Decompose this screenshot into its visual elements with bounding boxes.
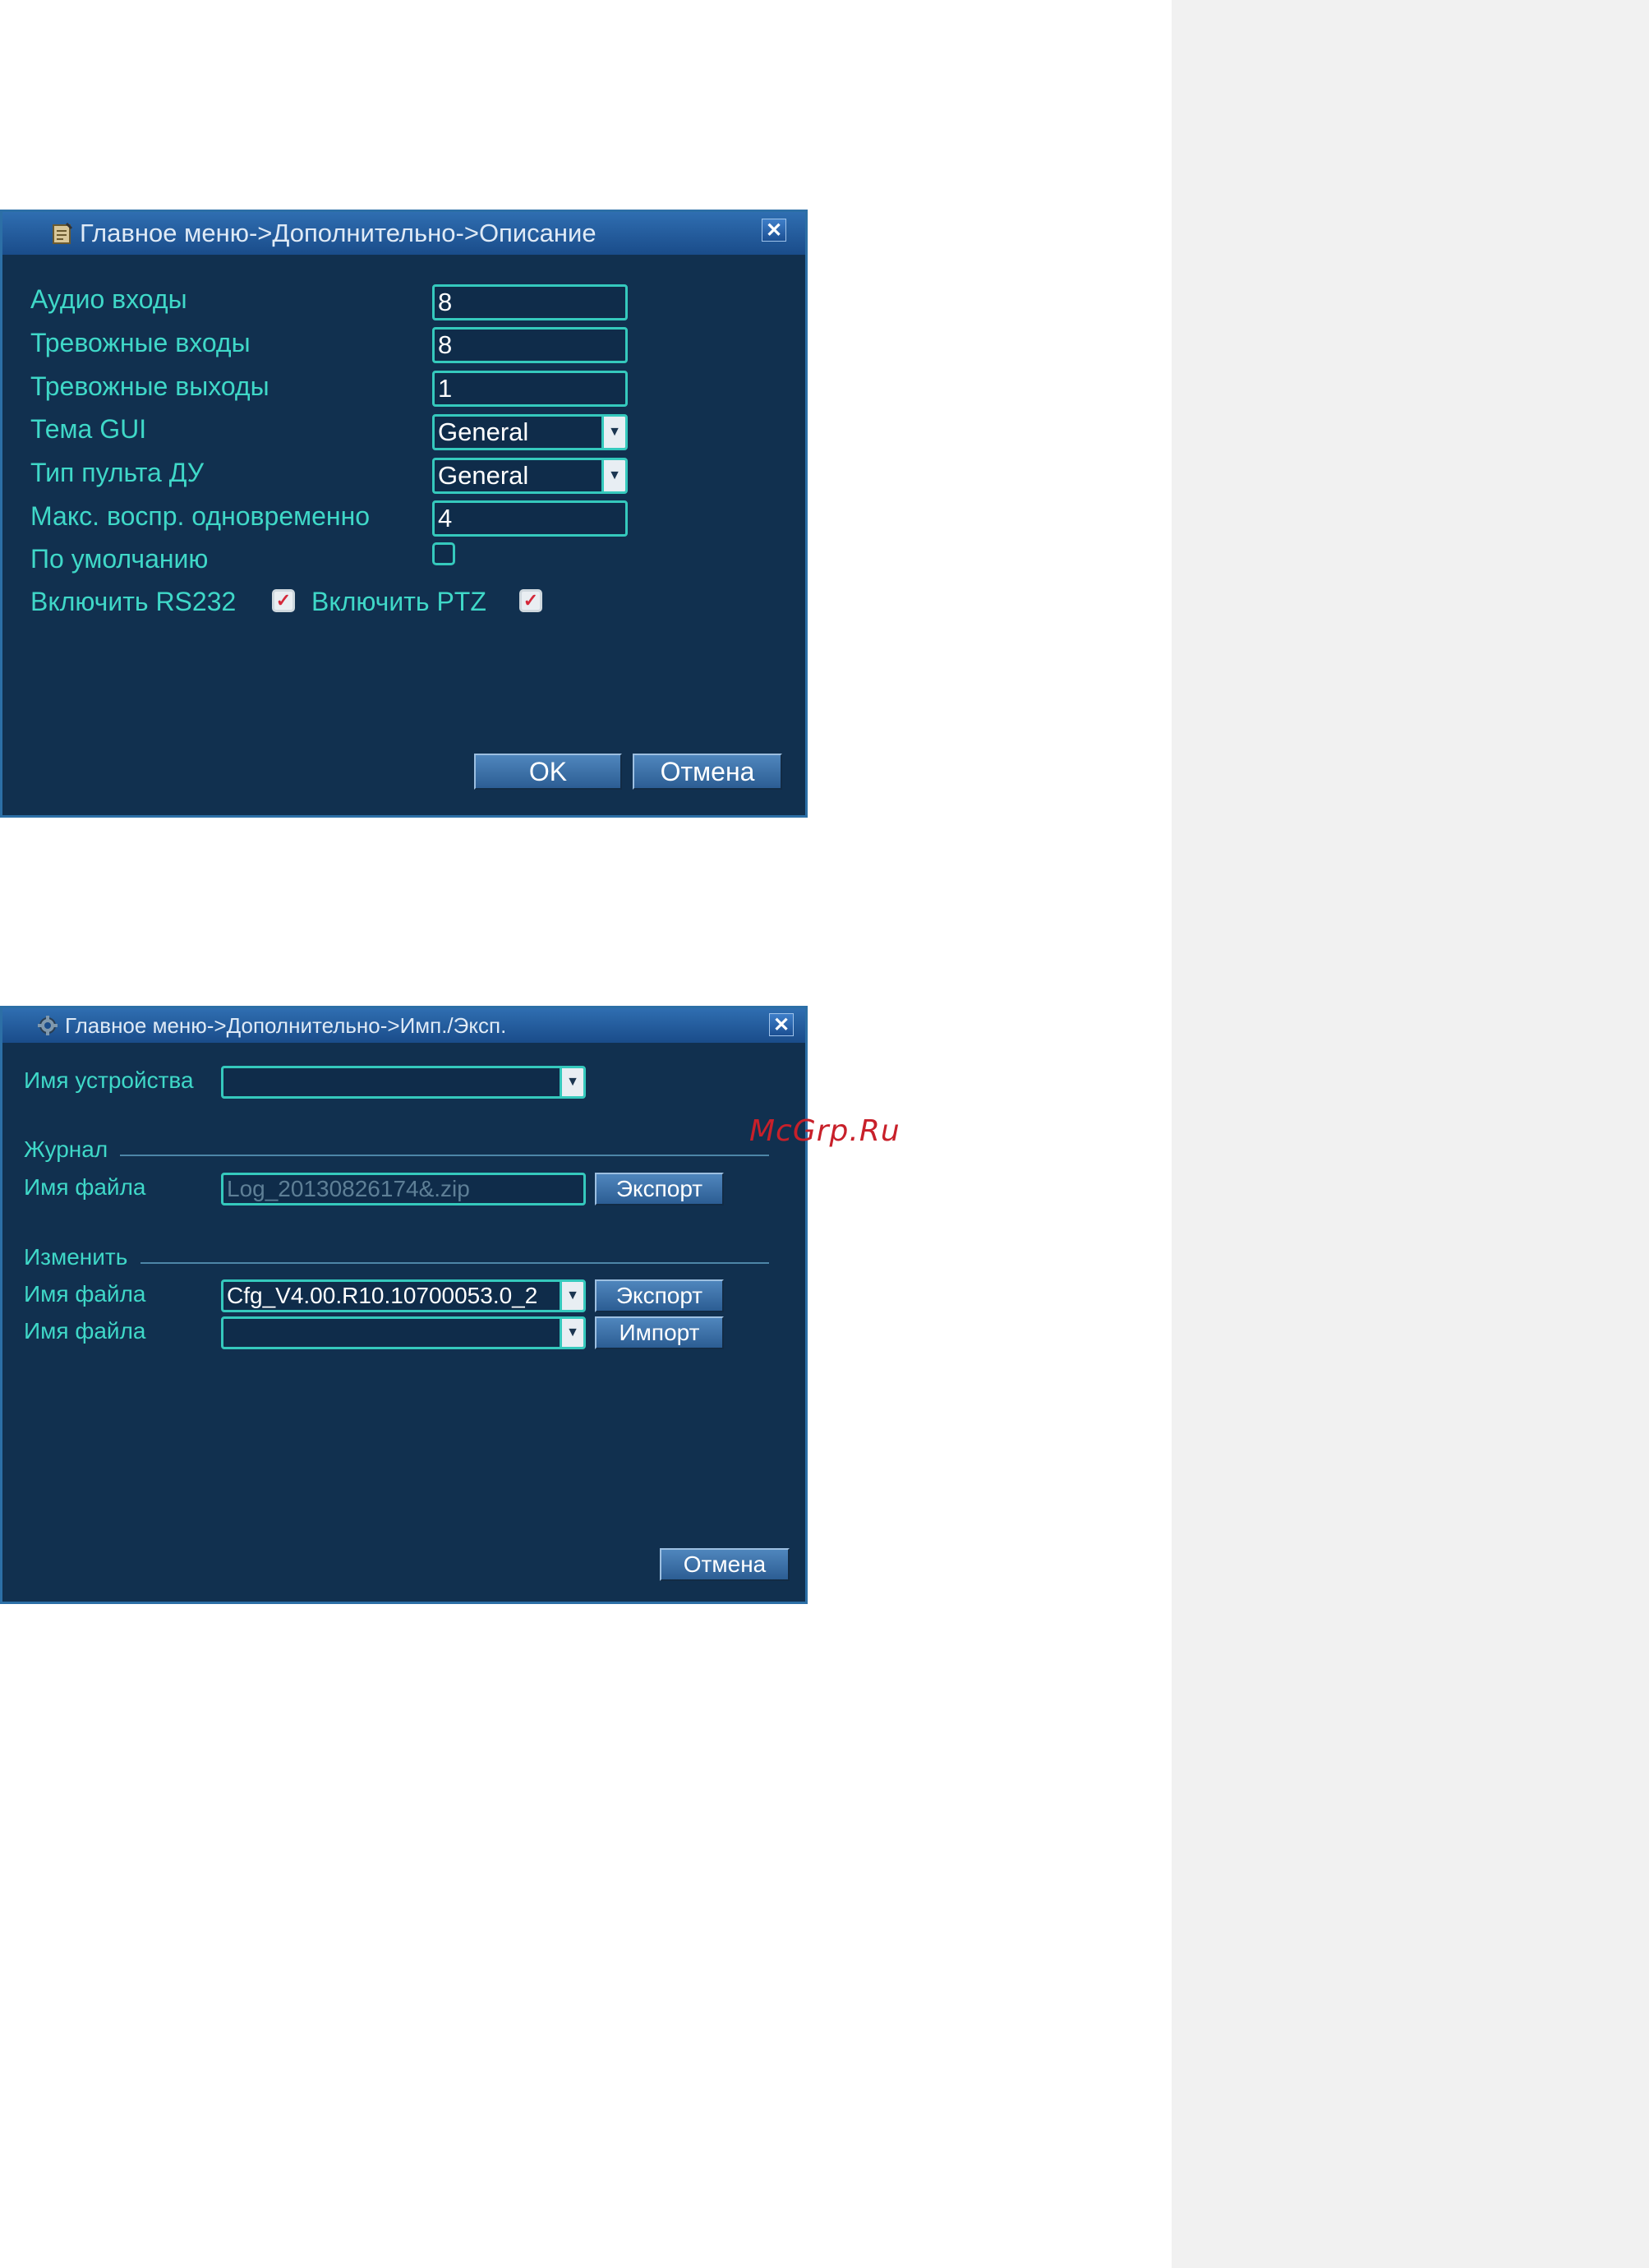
alarm-inputs-label: Тревожные входы <box>30 328 251 357</box>
ptz-checkbox[interactable]: ✓ <box>519 589 542 612</box>
change-file-label-2: Имя файла <box>24 1318 146 1344</box>
change-section-label: Изменить <box>24 1244 128 1270</box>
audio-inputs-label: Аудио входы <box>30 284 187 314</box>
gui-theme-select[interactable]: General ▼ <box>432 414 628 450</box>
dialog-title: Главное меню->Дополнительно->Описание <box>80 219 596 247</box>
change-divider <box>140 1262 769 1264</box>
device-name-label: Имя устройства <box>24 1067 194 1093</box>
gui-theme-label: Тема GUI <box>30 414 147 444</box>
journal-export-button[interactable]: Экспорт <box>595 1173 724 1205</box>
max-playback-label: Макс. воспр. одновременно <box>30 501 371 531</box>
chevron-down-icon[interactable]: ▼ <box>601 417 625 448</box>
import-file-select[interactable]: ▼ <box>221 1316 586 1349</box>
close-icon[interactable]: ✕ <box>769 1013 794 1036</box>
journal-file-label: Имя файла <box>24 1174 146 1200</box>
notepad-icon <box>52 222 73 245</box>
max-playback-field[interactable]: 4 <box>432 500 628 537</box>
ok-button[interactable]: OK <box>474 754 622 790</box>
dialog-titlebar: Главное меню->Дополнительно->Имп./Эксп. … <box>2 1008 805 1043</box>
remote-type-label: Тип пульта ДУ <box>30 458 205 487</box>
gui-theme-value: General <box>438 417 529 446</box>
cancel-button[interactable]: Отмена <box>633 754 782 790</box>
audio-inputs-field[interactable]: 8 <box>432 284 628 320</box>
alarm-outputs-label: Тревожные выходы <box>30 371 269 401</box>
config-file-select[interactable]: Cfg_V4.00.R10.10700053.0_2 ▼ <box>221 1279 586 1312</box>
journal-file-field: Log_20130826174&.zip <box>221 1173 586 1205</box>
journal-divider <box>120 1155 769 1156</box>
device-name-select[interactable]: ▼ <box>221 1066 586 1099</box>
import-button[interactable]: Импорт <box>595 1316 724 1349</box>
rs232-label: Включить RS232 <box>30 587 237 616</box>
dialog-titlebar: Главное меню->Дополнительно->Описание ✕ <box>2 212 805 255</box>
change-file-label-1: Имя файла <box>24 1281 146 1307</box>
alarm-inputs-field[interactable]: 8 <box>432 327 628 363</box>
chevron-down-icon[interactable]: ▼ <box>601 460 625 491</box>
watermark-text: McGrp.Ru <box>749 1114 901 1148</box>
close-icon[interactable]: ✕ <box>762 219 786 242</box>
import-export-dialog: Главное меню->Дополнительно->Имп./Эксп. … <box>0 1006 808 1604</box>
right-gray-margin <box>1172 0 1649 2268</box>
config-export-button[interactable]: Экспорт <box>595 1279 724 1312</box>
chevron-down-icon[interactable]: ▼ <box>560 1319 583 1347</box>
default-checkbox[interactable] <box>432 542 455 565</box>
rs232-checkbox[interactable]: ✓ <box>272 589 295 612</box>
default-label: По умолчанию <box>30 544 209 574</box>
dialog-title: Главное меню->Дополнительно->Имп./Эксп. <box>65 1012 507 1038</box>
gear-icon <box>37 1015 58 1036</box>
chevron-down-icon[interactable]: ▼ <box>560 1068 583 1096</box>
chevron-down-icon[interactable]: ▼ <box>560 1282 583 1310</box>
remote-type-value: General <box>438 461 529 490</box>
remote-type-select[interactable]: General ▼ <box>432 458 628 494</box>
alarm-outputs-field[interactable]: 1 <box>432 371 628 407</box>
config-file-value: Cfg_V4.00.R10.10700053.0_2 <box>227 1283 538 1308</box>
description-dialog: Главное меню->Дополнительно->Описание ✕ … <box>0 210 808 818</box>
journal-section-label: Журнал <box>24 1136 108 1162</box>
cancel-button[interactable]: Отмена <box>660 1548 790 1581</box>
ptz-label: Включить PTZ <box>311 587 486 616</box>
